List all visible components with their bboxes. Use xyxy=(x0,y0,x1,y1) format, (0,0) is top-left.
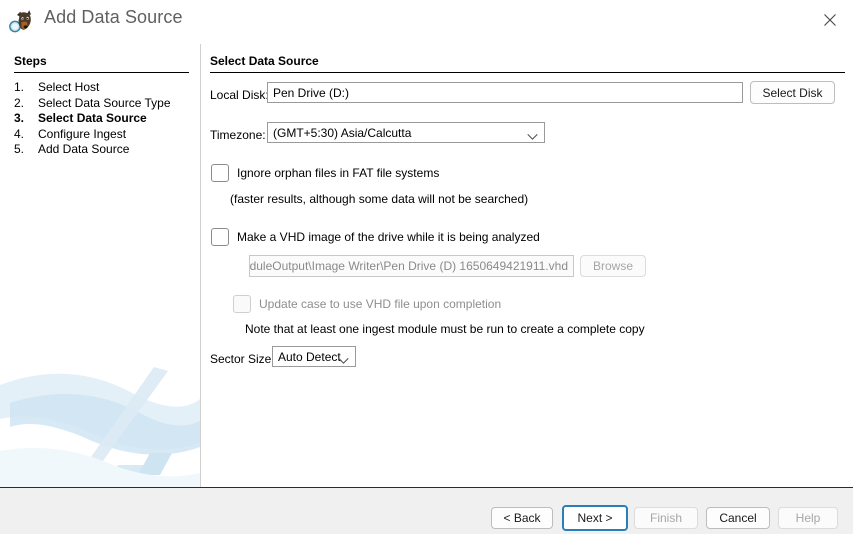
update-case-checkbox-row: Update case to use VHD file upon complet… xyxy=(233,295,501,313)
timezone-select[interactable]: (GMT+5:30) Asia/Calcutta xyxy=(267,122,545,143)
local-disk-field[interactable]: Pen Drive (D:) xyxy=(267,82,743,103)
step-label: Add Data Source xyxy=(38,142,130,156)
browse-button[interactable]: Browse xyxy=(580,255,646,277)
step-number: 4. xyxy=(14,126,25,141)
steps-sidebar: Steps 1. Select Host 2. Select Data Sour… xyxy=(0,44,200,487)
close-icon[interactable] xyxy=(807,0,853,40)
decorative-swoosh-graphic xyxy=(0,347,200,487)
update-case-note: Note that at least one ingest module mus… xyxy=(245,322,645,336)
page-title-rule xyxy=(210,72,845,73)
step-item-4: 4. Configure Ingest xyxy=(14,127,194,143)
steps-list: 1. Select Host 2. Select Data Source Typ… xyxy=(14,80,194,158)
back-button[interactable]: < Back xyxy=(491,507,553,529)
local-disk-label: Local Disk: xyxy=(210,88,269,102)
step-item-1: 1. Select Host xyxy=(14,80,194,96)
add-data-source-dialog: Add Data Source Steps 1. Select Host 2. … xyxy=(0,0,853,534)
ignore-orphan-checkbox[interactable] xyxy=(211,164,229,182)
next-button[interactable]: Next > xyxy=(562,505,628,531)
update-case-label: Update case to use VHD file upon complet… xyxy=(259,297,502,311)
step-item-2: 2. Select Data Source Type xyxy=(14,96,194,112)
step-label: Configure Ingest xyxy=(38,126,127,141)
finish-button[interactable]: Finish xyxy=(634,507,698,529)
main-panel: Select Data Source Local Disk: Pen Drive… xyxy=(201,44,853,487)
step-item-5: 5. Add Data Source xyxy=(14,142,194,158)
sector-size-label: Sector Size: xyxy=(210,352,275,366)
step-number: 2. xyxy=(14,95,25,110)
chevron-down-icon xyxy=(527,129,538,140)
chevron-down-icon xyxy=(338,353,349,364)
cancel-button[interactable]: Cancel xyxy=(706,507,770,529)
step-number: 5. xyxy=(14,142,25,156)
timezone-value: (GMT+5:30) Asia/Calcutta xyxy=(273,125,412,140)
make-vhd-label: Make a VHD image of the drive while it i… xyxy=(237,230,540,244)
timezone-label: Timezone: xyxy=(210,128,266,142)
sector-size-select[interactable]: Auto Detect xyxy=(272,346,356,367)
steps-heading-rule xyxy=(14,72,189,73)
ignore-orphan-checkbox-row[interactable]: Ignore orphan files in FAT file systems xyxy=(211,164,439,182)
sector-size-value: Auto Detect xyxy=(278,349,341,364)
select-disk-button[interactable]: Select Disk xyxy=(750,81,835,104)
window-title: Add Data Source xyxy=(44,7,183,27)
update-case-checkbox xyxy=(233,295,251,313)
step-number: 1. xyxy=(14,80,25,94)
make-vhd-checkbox-row[interactable]: Make a VHD image of the drive while it i… xyxy=(211,228,540,246)
step-label: Select Host xyxy=(38,80,100,94)
dialog-body: Steps 1. Select Host 2. Select Data Sour… xyxy=(0,44,853,487)
page-title: Select Data Source xyxy=(210,54,319,68)
step-number: 3. xyxy=(14,111,25,125)
ignore-orphan-hint: (faster results, although some data will… xyxy=(230,192,529,206)
steps-heading: Steps xyxy=(14,54,47,68)
vhd-path-field[interactable]: overy\ModuleOutput\Image Writer\Pen Driv… xyxy=(249,255,574,277)
make-vhd-checkbox[interactable] xyxy=(211,228,229,246)
step-item-3-current: 3. Select Data Source xyxy=(14,111,194,127)
title-bar: Add Data Source xyxy=(0,0,853,44)
dialog-footer: < Back Next > Finish Cancel Help xyxy=(0,487,853,534)
help-button[interactable]: Help xyxy=(778,507,838,529)
autopsy-dog-icon xyxy=(8,8,36,36)
step-label: Select Data Source xyxy=(38,111,147,125)
step-label: Select Data Source Type xyxy=(38,95,171,110)
ignore-orphan-label: Ignore orphan files in FAT file systems xyxy=(237,166,440,180)
